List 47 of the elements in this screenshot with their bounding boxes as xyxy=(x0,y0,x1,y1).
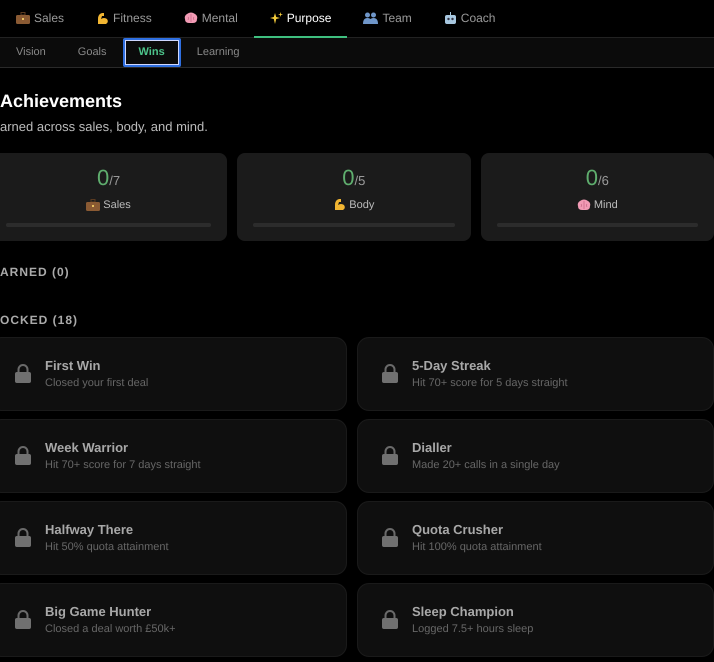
achievement-title: Sleep Champion xyxy=(412,602,515,621)
subtab[interactable]: Learning xyxy=(180,38,256,67)
stat-count: 0 xyxy=(96,164,110,190)
sparkles-icon xyxy=(270,12,283,24)
achievement-description: Hit 70+ score for 5 days straight xyxy=(412,376,568,391)
tab[interactable]: Sales xyxy=(0,0,80,38)
achievement-description: Made 20+ calls in a single day xyxy=(412,458,560,473)
achievement-title: 5-Day Streak xyxy=(412,356,492,375)
achievement-description: Hit 100% quota attainment xyxy=(412,540,542,555)
brain-icon xyxy=(184,12,198,24)
page-subtitle: arned across sales, body, and mind. xyxy=(0,118,209,136)
stat-total: /6 xyxy=(598,172,609,188)
stat-label: Sales xyxy=(103,198,131,212)
flexed-arm-icon xyxy=(96,12,110,24)
achievement-description: Logged 7.5+ hours sleep xyxy=(412,622,534,637)
achievement-title: Week Warrior xyxy=(45,438,130,456)
section-heading: ARNED (0) xyxy=(0,264,71,280)
achievement-description: Closed your first deal xyxy=(45,376,148,391)
tab[interactable]: Mental xyxy=(168,0,254,38)
robot-icon xyxy=(444,12,457,24)
stat-total: /7 xyxy=(109,172,120,188)
achievement-title: Halfway There xyxy=(45,520,134,539)
achievement-description: Hit 70+ score for 7 days straight xyxy=(45,458,201,473)
stat-total: /5 xyxy=(354,172,366,188)
briefcase-icon xyxy=(86,198,100,211)
achievement-title: Quota Crusher xyxy=(412,520,504,538)
subtab[interactable]: Wins xyxy=(122,38,181,67)
stat-count: 0 xyxy=(342,164,355,190)
subtab[interactable]: Vision xyxy=(0,38,62,67)
achievement-description: Hit 50% quota attainment xyxy=(45,540,169,555)
page-title: Achievements xyxy=(0,90,124,113)
people-icon xyxy=(363,12,378,24)
achievement-title: First Win xyxy=(45,356,102,374)
tab[interactable]: Coach xyxy=(428,0,512,38)
stat-count: 0 xyxy=(586,164,598,190)
achievement-title: Big Game Hunter xyxy=(45,602,152,621)
briefcase-icon xyxy=(16,12,30,24)
tab[interactable]: Fitness xyxy=(80,0,168,38)
tab[interactable]: Team xyxy=(347,0,428,38)
achievement-description: Closed a deal worth £50k+ xyxy=(45,622,176,637)
subtab[interactable]: Goals xyxy=(62,38,123,67)
stat-label: Mind xyxy=(594,198,618,212)
flexed-arm-icon xyxy=(333,198,346,212)
achievement-title: Dialler xyxy=(412,438,453,456)
brain-icon xyxy=(576,198,591,211)
stat-label: Body xyxy=(349,198,374,212)
section-heading: OCKED (18) xyxy=(0,312,80,328)
